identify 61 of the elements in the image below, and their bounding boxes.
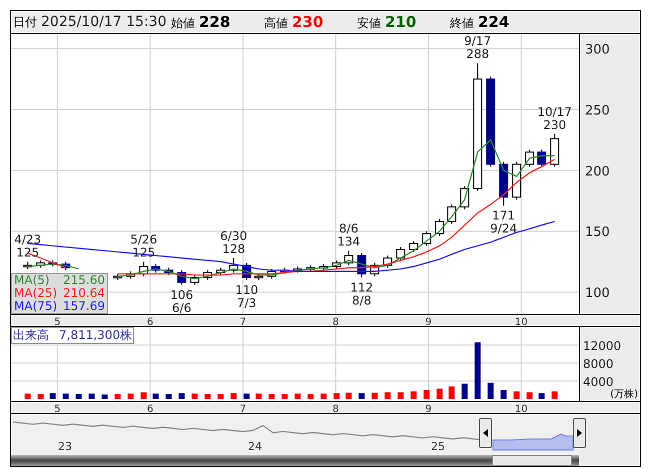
year-label: 23 <box>58 440 72 453</box>
field-value: 230 <box>292 12 324 33</box>
month-label: 9 <box>425 404 432 413</box>
legend-label: MA(5) <box>14 274 50 287</box>
month-label: 6 <box>146 404 154 413</box>
price-annotation: 230 <box>543 118 566 132</box>
volume-total: 7,811,300株 <box>59 328 132 343</box>
legend-value: 210.64 <box>63 287 105 300</box>
price-annotation: 9/24 <box>490 222 518 236</box>
axis-label: 4000 <box>583 375 614 389</box>
axis-label: 300 <box>585 42 610 58</box>
field-label: 安値 <box>357 14 381 32</box>
month-label: 5 <box>54 317 61 326</box>
field-label: 日付 <box>13 14 37 30</box>
price-annotation: 110 <box>235 282 258 297</box>
month-label: 10 <box>514 317 528 326</box>
unit-label: (万株) <box>610 389 638 401</box>
price-annotation: 9/17 <box>464 34 492 48</box>
price-annotation: 6/30 <box>220 229 248 243</box>
price-annotation: 5/26 <box>130 232 158 247</box>
month-label: 6 <box>146 317 154 326</box>
month-label: 9 <box>425 317 432 326</box>
price-annotation: 125 <box>16 246 40 260</box>
field-label: 終値 <box>450 14 474 32</box>
axis-label: 12000 <box>583 339 622 353</box>
field-label: 始値 <box>171 14 195 32</box>
price-annotation: 106 <box>170 288 194 302</box>
price-annotation: 7/3 <box>236 296 256 310</box>
field-label: 高値 <box>264 14 288 32</box>
legend-value: 215.60 <box>63 274 105 287</box>
volume-label: 出来高 <box>13 328 49 343</box>
month-label: 8 <box>332 317 339 326</box>
field-value: 224 <box>478 12 510 33</box>
axis-label: 200 <box>585 164 610 180</box>
axis-label: 100 <box>585 286 610 302</box>
legend-label: MA(25) <box>14 287 58 300</box>
legend-label: MA(75) <box>14 300 58 313</box>
price-annotation: 128 <box>222 242 246 256</box>
month-label: 5 <box>54 404 61 413</box>
price-annotation: 288 <box>466 47 490 62</box>
month-label: 7 <box>240 404 246 413</box>
axis-label: 250 <box>585 103 610 118</box>
field-value: 228 <box>199 12 230 33</box>
month-label: 10 <box>514 404 528 413</box>
price-annotation: 171 <box>492 208 516 223</box>
price-annotation: 8/8 <box>352 293 372 308</box>
field-value: 210 <box>385 12 416 33</box>
price-annotation: 10/17 <box>537 104 572 119</box>
price-annotation: 134 <box>337 234 360 249</box>
year-label: 24 <box>248 440 262 453</box>
price-annotation: 8/6 <box>339 222 358 236</box>
month-label: 8 <box>332 404 339 413</box>
price-annotation: 4/23 <box>14 232 42 247</box>
field-value: 2025/10/17 15:30 <box>41 12 166 32</box>
month-label: 7 <box>240 317 246 326</box>
price-annotation: 112 <box>350 280 374 294</box>
year-label: 25 <box>431 440 445 453</box>
legend-value: 157.69 <box>63 300 105 313</box>
axis-label: 8000 <box>583 357 614 371</box>
price-annotation: 6/6 <box>172 300 192 314</box>
axis-label: 150 <box>585 225 610 240</box>
